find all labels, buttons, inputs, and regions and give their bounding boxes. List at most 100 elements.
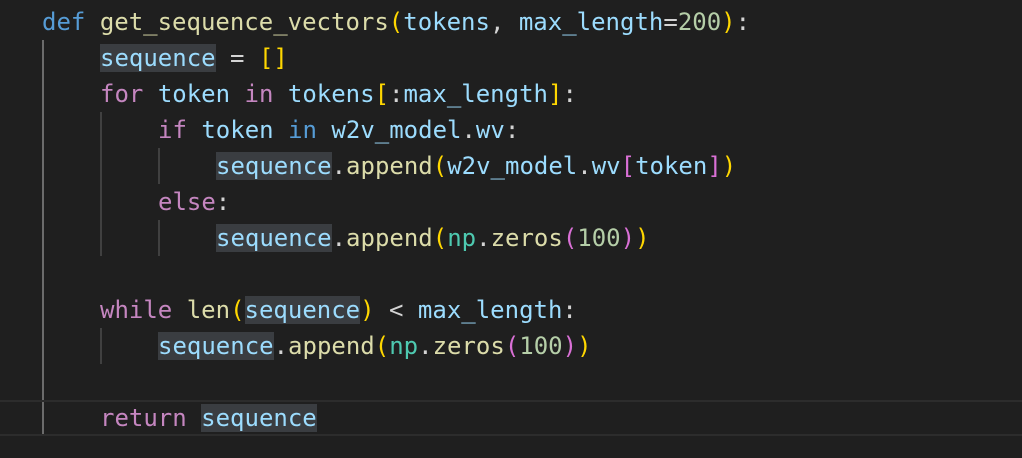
code-token: < — [374, 296, 418, 324]
code-token: zeros — [432, 332, 505, 360]
code-token: def — [42, 8, 86, 36]
code-token: ) — [577, 332, 592, 360]
code-text: sequence.append(np.zeros(100)) — [158, 328, 592, 364]
code-token: = — [215, 44, 259, 72]
code-token: tokens — [403, 8, 490, 36]
code-token: append — [346, 224, 433, 252]
code-line[interactable] — [0, 256, 1022, 292]
code-text: else: — [158, 184, 230, 220]
code-token: while — [100, 296, 173, 324]
code-line[interactable]: sequence.append(np.zeros(100)) — [0, 220, 1022, 256]
code-token: : — [504, 116, 520, 144]
code-text: return sequence — [100, 402, 317, 434]
code-token: . — [577, 152, 592, 180]
code-token: [ — [620, 152, 636, 180]
code-token: ( — [432, 152, 448, 180]
code-token: ( — [388, 8, 404, 36]
code-token: else — [158, 188, 216, 216]
code-token: : — [389, 80, 404, 108]
code-token: append — [288, 332, 375, 360]
code-line[interactable]: sequence = [] — [0, 40, 1022, 76]
code-token: ) — [721, 152, 737, 180]
code-token: ( — [230, 296, 245, 324]
code-token: ( — [432, 224, 448, 252]
code-token: : — [735, 8, 751, 36]
code-token: for — [100, 80, 144, 108]
code-token: in — [244, 80, 274, 108]
code-token: token — [635, 152, 708, 180]
code-token: wv — [591, 152, 621, 180]
code-token: . — [331, 224, 347, 252]
code-line-current[interactable]: return sequence — [0, 400, 1022, 436]
code-token: : — [562, 80, 577, 108]
code-text: for token in tokens[:max_length]: — [100, 76, 577, 112]
code-token: 100 — [577, 224, 621, 252]
code-token: ] — [707, 152, 722, 180]
code-token: : — [562, 296, 577, 324]
code-line[interactable]: for token in tokens[:max_length]: — [0, 76, 1022, 112]
code-line[interactable]: else: — [0, 184, 1022, 220]
code-text: def get_sequence_vectors(tokens, max_len… — [42, 4, 750, 40]
code-token: = — [663, 8, 678, 36]
code-token: ( — [504, 332, 520, 360]
code-token: tokens — [287, 80, 375, 108]
code-line[interactable]: if token in w2v_model.wv: — [0, 112, 1022, 148]
code-token: np — [389, 332, 419, 360]
code-token: 200 — [677, 8, 722, 36]
code-token: ( — [374, 332, 390, 360]
code-token: . — [418, 332, 433, 360]
code-text: sequence = [] — [100, 40, 288, 76]
code-line[interactable]: sequence.append(w2v_model.wv[token]) — [0, 148, 1022, 184]
code-token: w2v_model — [447, 152, 578, 180]
code-token: sequence — [158, 332, 274, 360]
code-token: ) — [721, 8, 736, 36]
code-line[interactable] — [0, 364, 1022, 400]
code-token: max_length — [403, 80, 548, 108]
code-token: [ — [258, 44, 274, 72]
code-token: . — [461, 116, 476, 144]
code-text: if token in w2v_model.wv: — [158, 112, 519, 148]
code-token: w2v_model — [331, 116, 462, 144]
code-token: : — [215, 188, 231, 216]
code-token: token — [201, 116, 274, 144]
code-token: ) — [620, 224, 636, 252]
code-text: while len(sequence) < max_length: — [100, 292, 577, 328]
code-editor[interactable]: def get_sequence_vectors(tokens, max_len… — [0, 0, 1022, 458]
code-token: ) — [635, 224, 650, 252]
code-token: 100 — [519, 332, 563, 360]
code-text: sequence.append(w2v_model.wv[token]) — [216, 148, 736, 184]
code-token: sequence — [244, 296, 361, 324]
code-token: . — [273, 332, 289, 360]
code-text: sequence.append(np.zeros(100)) — [216, 220, 650, 256]
code-token: ( — [562, 224, 578, 252]
code-token: in — [288, 116, 317, 144]
code-token: ] — [547, 80, 563, 108]
code-token: token — [157, 80, 231, 108]
code-token: , — [489, 8, 519, 36]
code-token: max_length — [417, 296, 563, 324]
code-token: ) — [360, 296, 375, 324]
code-line[interactable]: sequence.append(np.zeros(100)) — [0, 328, 1022, 364]
code-token: np — [447, 224, 477, 252]
code-token: zeros — [490, 224, 563, 252]
code-token: sequence — [100, 44, 216, 72]
code-line[interactable]: while len(sequence) < max_length: — [0, 292, 1022, 328]
code-token: append — [346, 152, 433, 180]
code-token: wv — [475, 116, 505, 144]
code-token: sequence — [201, 404, 317, 432]
code-token: len — [186, 296, 231, 324]
code-token: sequence — [216, 224, 332, 252]
code-line[interactable]: def get_sequence_vectors(tokens, max_len… — [0, 4, 1022, 40]
code-token: max_length — [518, 8, 664, 36]
code-token: return — [100, 404, 187, 432]
code-token: ) — [562, 332, 578, 360]
